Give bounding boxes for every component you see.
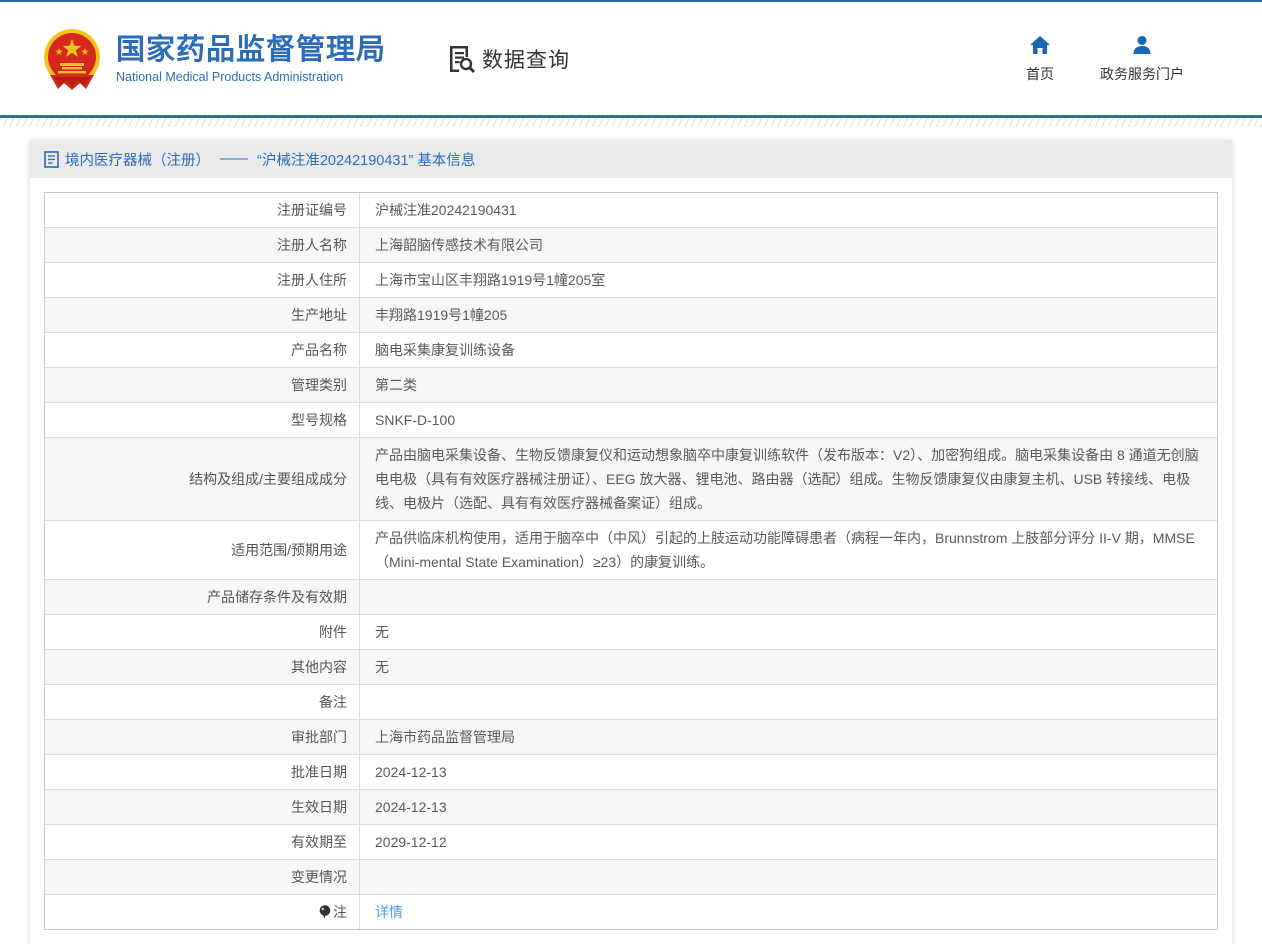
field-label: 生产地址 [45, 298, 360, 332]
field-label: 管理类别 [45, 368, 360, 402]
table-row: 注册人住所 上海市宝山区丰翔路1919号1幢205室 [45, 262, 1217, 297]
field-label: 注 [45, 895, 360, 929]
site-title-cn: 国家药品监督管理局 [116, 33, 386, 67]
site-title-en: National Medical Products Administration [116, 70, 386, 84]
page-title: “沪械注准20242190431” 基本信息 [257, 149, 475, 170]
field-label: 附件 [45, 615, 360, 649]
field-value: 无 [360, 650, 1217, 684]
table-row: 产品储存条件及有效期 [45, 579, 1217, 614]
hatch-strip [0, 118, 1262, 127]
field-value: 2024-12-13 [360, 755, 1217, 789]
field-label: 批准日期 [45, 755, 360, 789]
field-value: 2024-12-13 [360, 790, 1217, 824]
field-value [360, 685, 1217, 719]
table-row: 适用范围/预期用途 产品供临床机构使用，适用于脑卒中（中风）引起的上肢运动功能障… [45, 520, 1217, 579]
field-value: 2029-12-12 [360, 825, 1217, 859]
field-label: 其他内容 [45, 650, 360, 684]
home-icon [1029, 34, 1051, 56]
nav-label-home: 首页 [1026, 64, 1054, 84]
nav-item-portal[interactable]: 政务服务门户 [1100, 34, 1184, 84]
field-value: 产品供临床机构使用，适用于脑卒中（中风）引起的上肢运动功能障碍患者（病程一年内，… [360, 521, 1217, 579]
table-row: 型号规格 SNKF-D-100 [45, 402, 1217, 437]
field-label-text: 注 [333, 900, 347, 924]
registration-info-table: 注册证编号 沪械注准20242190431 注册人名称 上海韶脑传感技术有限公司… [44, 192, 1218, 930]
field-label: 有效期至 [45, 825, 360, 859]
field-value: SNKF-D-100 [360, 403, 1217, 437]
field-label: 注册证编号 [45, 193, 360, 227]
page-header: 国家药品监督管理局 National Medical Products Admi… [0, 2, 1262, 115]
field-label: 审批部门 [45, 720, 360, 754]
table-row: 其他内容 无 [45, 649, 1217, 684]
breadcrumb-category: 境内医疗器械（注册） [65, 149, 210, 170]
field-value: 丰翔路1919号1幢205 [360, 298, 1217, 332]
field-value [360, 860, 1217, 894]
document-icon [44, 151, 59, 168]
field-label: 注册人住所 [45, 263, 360, 297]
field-label: 产品储存条件及有效期 [45, 580, 360, 614]
field-label: 生效日期 [45, 790, 360, 824]
nav-label-portal: 政务服务门户 [1100, 64, 1184, 84]
table-row: 备注 [45, 684, 1217, 719]
table-row: 审批部门 上海市药品监督管理局 [45, 719, 1217, 754]
nav-item-home[interactable]: 首页 [1026, 34, 1054, 84]
field-label: 产品名称 [45, 333, 360, 367]
field-value: 详情 [360, 895, 1217, 929]
table-row: 生效日期 2024-12-13 [45, 789, 1217, 824]
table-row: 附件 无 [45, 614, 1217, 649]
brand[interactable]: 国家药品监督管理局 National Medical Products Admi… [40, 27, 386, 91]
field-value: 上海市药品监督管理局 [360, 720, 1217, 754]
field-label: 注册人名称 [45, 228, 360, 262]
brand-text: 国家药品监督管理局 National Medical Products Admi… [116, 33, 386, 84]
table-row: 生产地址 丰翔路1919号1幢205 [45, 297, 1217, 332]
note-pin-icon [319, 905, 331, 919]
card-body: 注册证编号 沪械注准20242190431 注册人名称 上海韶脑传感技术有限公司… [30, 178, 1232, 944]
field-label: 适用范围/预期用途 [45, 521, 360, 579]
data-query-section[interactable]: 数据查询 [446, 44, 570, 74]
field-value: 无 [360, 615, 1217, 649]
field-label: 结构及组成/主要组成成分 [45, 438, 360, 520]
field-value: 沪械注准20242190431 [360, 193, 1217, 227]
top-nav: 首页 政务服务门户 [1026, 34, 1184, 84]
table-row: 产品名称 脑电采集康复训练设备 [45, 332, 1217, 367]
field-value: 上海市宝山区丰翔路1919号1幢205室 [360, 263, 1217, 297]
field-value: 产品由脑电采集设备、生物反馈康复仪和运动想象脑卒中康复训练软件（发布版本：V2）… [360, 438, 1217, 520]
field-value: 脑电采集康复训练设备 [360, 333, 1217, 367]
field-label: 型号规格 [45, 403, 360, 437]
document-search-icon [446, 44, 476, 74]
table-row: 有效期至 2029-12-12 [45, 824, 1217, 859]
field-label: 变更情况 [45, 860, 360, 894]
table-row: 结构及组成/主要组成成分 产品由脑电采集设备、生物反馈康复仪和运动想象脑卒中康复… [45, 437, 1217, 520]
field-value: 上海韶脑传感技术有限公司 [360, 228, 1217, 262]
breadcrumb: 境内医疗器械（注册） —— “沪械注准20242190431” 基本信息 [30, 140, 1232, 178]
breadcrumb-separator: —— [220, 151, 247, 167]
field-value: 第二类 [360, 368, 1217, 402]
content-card: 境内医疗器械（注册） —— “沪械注准20242190431” 基本信息 注册证… [30, 140, 1232, 944]
table-row-note: 注 详情 [45, 894, 1217, 929]
field-label: 备注 [45, 685, 360, 719]
field-value [360, 580, 1217, 614]
table-row: 管理类别 第二类 [45, 367, 1217, 402]
details-link[interactable]: 详情 [375, 900, 403, 924]
national-emblem-icon [40, 27, 104, 91]
data-query-label: 数据查询 [482, 44, 570, 74]
table-row: 变更情况 [45, 859, 1217, 894]
table-row: 注册证编号 沪械注准20242190431 [45, 193, 1217, 227]
user-icon [1131, 34, 1153, 56]
table-row: 批准日期 2024-12-13 [45, 754, 1217, 789]
table-row: 注册人名称 上海韶脑传感技术有限公司 [45, 227, 1217, 262]
